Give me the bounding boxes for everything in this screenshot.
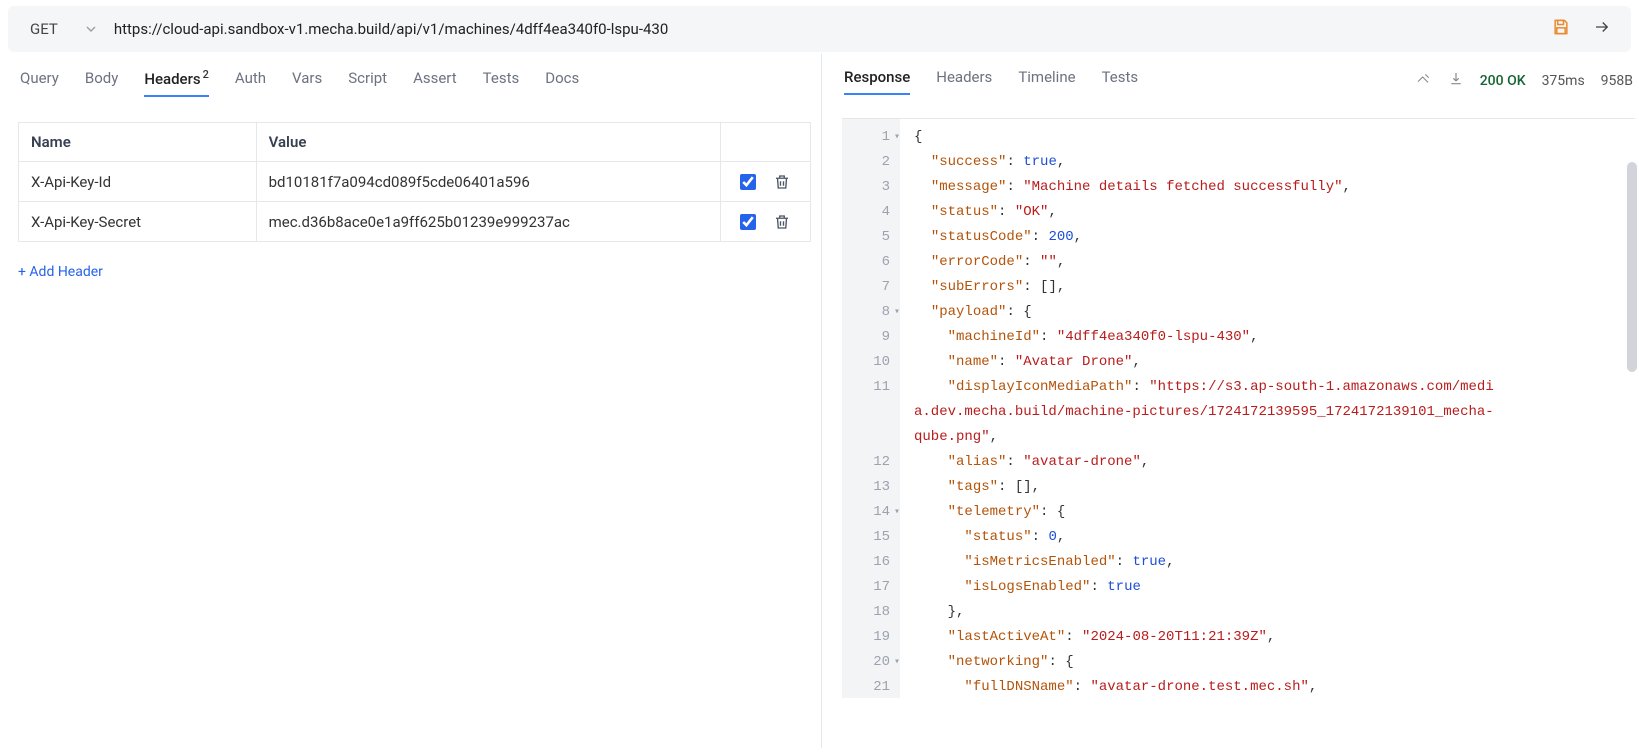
- response-tabs: Response Headers Timeline Tests 200 OK 3…: [842, 64, 1635, 94]
- header-enabled-checkbox[interactable]: [740, 214, 756, 230]
- url-bar-actions: [1551, 17, 1613, 41]
- tab-tests[interactable]: Tests: [483, 69, 520, 95]
- request-tabs: Query Body Headers2 Auth Vars Script Ass…: [18, 64, 811, 96]
- trash-icon[interactable]: [773, 213, 791, 231]
- tab-headers[interactable]: Headers2: [144, 68, 209, 96]
- add-header-button[interactable]: + Add Header: [18, 264, 103, 280]
- response-body-editor[interactable]: 1234567891011 12131415161718192021 { "su…: [842, 118, 1635, 698]
- tab-script[interactable]: Script: [348, 69, 387, 95]
- tab-headers-count: 2: [203, 68, 209, 81]
- line-number-gutter: 1234567891011 12131415161718192021: [842, 119, 900, 698]
- scrollbar-thumb[interactable]: [1627, 162, 1637, 372]
- tab-response-tests[interactable]: Tests: [1102, 68, 1139, 94]
- tab-auth[interactable]: Auth: [235, 69, 266, 95]
- header-name-cell[interactable]: X-Api-Key-Secret: [19, 202, 257, 242]
- tab-response[interactable]: Response: [844, 68, 910, 94]
- headers-table: Name Value X-Api-Key-Id bd10181f7a094cd0…: [18, 122, 811, 242]
- response-time: 375ms: [1542, 73, 1585, 89]
- tab-body[interactable]: Body: [85, 69, 118, 95]
- clear-response-icon[interactable]: [1416, 71, 1432, 91]
- tab-headers-label: Headers: [144, 70, 200, 88]
- response-pane: Response Headers Timeline Tests 200 OK 3…: [822, 54, 1639, 748]
- tab-query[interactable]: Query: [20, 69, 59, 95]
- headers-col-actions: [721, 123, 811, 162]
- table-row: X-Api-Key-Secret mec.d36b8ace0e1a9ff625b…: [19, 202, 811, 242]
- scrollbar-vertical[interactable]: [1625, 162, 1637, 742]
- response-body-code: { "success": true, "message": "Machine d…: [900, 119, 1635, 698]
- response-size: 958B: [1601, 73, 1633, 89]
- header-name-cell[interactable]: X-Api-Key-Id: [19, 162, 257, 202]
- header-value-cell[interactable]: mec.d36b8ace0e1a9ff625b01239e999237ac: [256, 202, 720, 242]
- header-enabled-checkbox[interactable]: [740, 174, 756, 190]
- request-url-bar: GET https://cloud-api.sandbox-v1.mecha.b…: [8, 6, 1631, 52]
- tab-response-headers[interactable]: Headers: [936, 68, 992, 94]
- download-icon[interactable]: [1448, 71, 1464, 91]
- tab-docs[interactable]: Docs: [545, 69, 579, 95]
- save-icon[interactable]: [1551, 17, 1571, 41]
- request-pane: Query Body Headers2 Auth Vars Script Ass…: [0, 54, 822, 748]
- headers-col-value: Value: [256, 123, 720, 162]
- request-url-input[interactable]: https://cloud-api.sandbox-v1.mecha.build…: [114, 20, 1537, 38]
- tab-vars[interactable]: Vars: [292, 69, 322, 95]
- response-status: 200 OK: [1480, 73, 1526, 89]
- tab-timeline[interactable]: Timeline: [1018, 68, 1075, 94]
- header-value-cell[interactable]: bd10181f7a094cd089f5cde06401a596: [256, 162, 720, 202]
- http-method-select[interactable]: GET: [26, 20, 100, 38]
- send-arrow-icon[interactable]: [1591, 18, 1613, 40]
- response-meta: 200 OK 375ms 958B: [1416, 71, 1633, 91]
- tab-assert[interactable]: Assert: [413, 69, 457, 95]
- headers-col-name: Name: [19, 123, 257, 162]
- chevron-down-icon: [86, 26, 96, 32]
- table-row: X-Api-Key-Id bd10181f7a094cd089f5cde0640…: [19, 162, 811, 202]
- http-method-label: GET: [30, 20, 58, 38]
- trash-icon[interactable]: [773, 173, 791, 191]
